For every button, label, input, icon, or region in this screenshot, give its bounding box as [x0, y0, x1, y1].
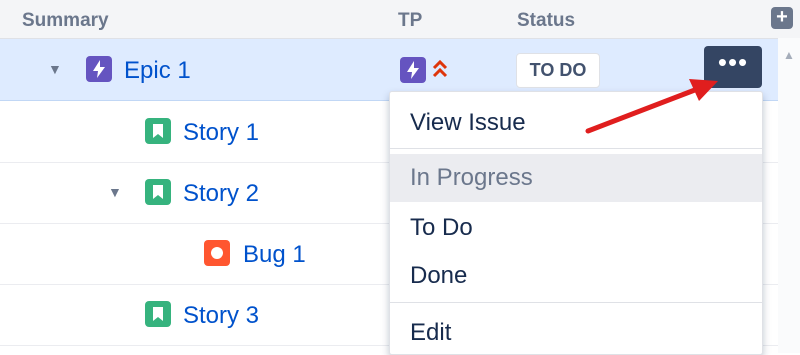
issue-link-story-3[interactable]: Story 3 [183, 302, 259, 330]
menu-item-edit[interactable]: Edit [390, 309, 762, 354]
issue-link-bug-1[interactable]: Bug 1 [243, 241, 306, 269]
menu-item-in-progress: In Progress [390, 154, 762, 202]
issue-link-story-1[interactable]: Story 1 [183, 119, 259, 147]
issue-link-story-2[interactable]: Story 2 [183, 180, 259, 208]
status-badge[interactable]: TO DO [516, 53, 600, 88]
issue-link-epic-1[interactable]: Epic 1 [124, 57, 191, 85]
scroll-up-chevron-icon[interactable]: ▲ [782, 48, 796, 62]
menu-item-to-do[interactable]: To Do [390, 204, 762, 252]
tp-epic-lightning-icon [400, 57, 426, 83]
table-header: Summary TP Status + [0, 0, 800, 39]
menu-item-done[interactable]: Done [390, 252, 762, 300]
epic-lightning-icon [86, 56, 112, 82]
tp-column-header[interactable]: TP [398, 10, 422, 32]
summary-column-header[interactable]: Summary [22, 10, 109, 32]
vertical-scrollbar[interactable]: ▲ [778, 38, 800, 353]
add-column-button[interactable]: + [771, 7, 793, 29]
story-bookmark-icon [145, 118, 171, 144]
expand-caret-icon[interactable]: ▼ [108, 184, 122, 200]
plus-icon: + [776, 6, 788, 28]
more-icon: ••• [717, 47, 749, 77]
status-column-header[interactable]: Status [517, 10, 575, 32]
menu-divider [390, 302, 762, 303]
issue-actions-menu: View Issue In Progress To Do Done Edit [389, 91, 763, 355]
highest-priority-icon [432, 58, 448, 85]
more-actions-button[interactable]: ••• [704, 46, 762, 88]
story-bookmark-icon [145, 179, 171, 205]
story-bookmark-icon [145, 301, 171, 327]
bug-circle-icon [204, 240, 230, 266]
expand-caret-icon[interactable]: ▼ [48, 61, 62, 77]
menu-divider [390, 148, 762, 149]
menu-item-view-issue[interactable]: View Issue [390, 92, 762, 148]
